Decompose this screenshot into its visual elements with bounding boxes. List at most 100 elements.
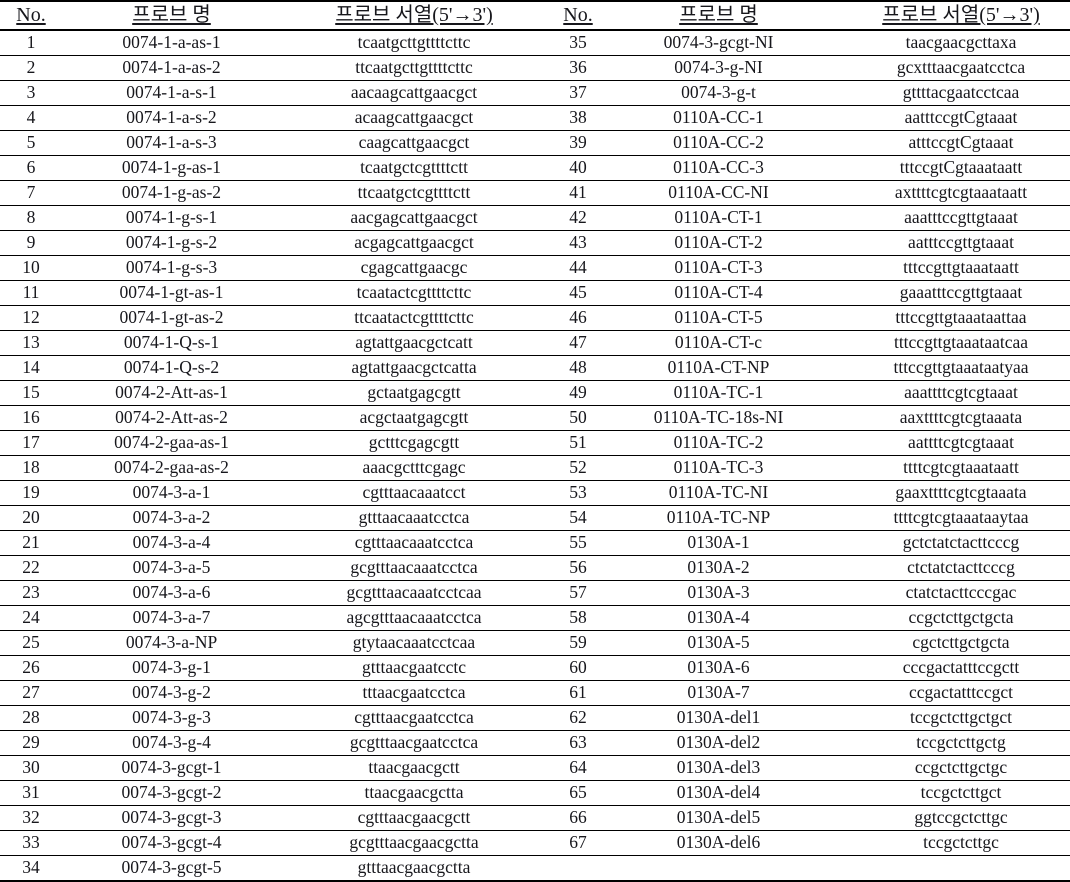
cell-probe-sequence-left: gctttcgagcgtt (281, 430, 547, 456)
cell-probe-name-right: 0074-3-gcgt-NI (609, 30, 828, 56)
cell-probe-name-left: 0074-1-g-s-1 (62, 205, 281, 231)
cell-probe-name-right: 0130A-5 (609, 630, 828, 656)
cell-no-right: 44 (547, 255, 609, 281)
cell-no-right: 41 (547, 180, 609, 206)
cell-probe-name-right: 0110A-CT-2 (609, 230, 828, 256)
cell-probe-sequence-right: ctctatctacttcccg (828, 555, 1070, 581)
table-row: 10 0074-1-g-s-3 cgagcattgaacgc 44 0110A-CT-3… (0, 255, 1070, 281)
cell-no-left: 29 (0, 730, 62, 756)
cell-no-left: 22 (0, 555, 62, 581)
cell-probe-name-left: 0074-2-Att-as-1 (62, 380, 281, 406)
cell-probe-name-left: 0074-3-a-6 (62, 580, 281, 606)
cell-probe-name-right: 0130A-3 (609, 580, 828, 606)
cell-probe-sequence-left: agtattgaacgctcatt (281, 330, 547, 356)
cell-probe-sequence-right: ccgctcttgctgc (828, 755, 1070, 781)
cell-probe-sequence-left: gcgtttaacgaacgctta (281, 830, 547, 856)
cell-no-right: 67 (547, 830, 609, 856)
cell-probe-name-right: 0110A-CT-c (609, 330, 828, 356)
cell-probe-name-left: 0074-1-a-s-3 (62, 130, 281, 156)
cell-probe-name-left: 0074-1-g-s-2 (62, 230, 281, 256)
cell-probe-sequence-left: gcgtttaacaaatcctcaa (281, 580, 547, 606)
cell-no-right: 60 (547, 655, 609, 681)
cell-probe-sequence-left: gtttaacgaacgctta (281, 855, 547, 882)
table-row: 3 0074-1-a-s-1 aacaagcattgaacgct 37 0074-3-g… (0, 80, 1070, 106)
cell-no-right: 63 (547, 730, 609, 756)
cell-no-left: 11 (0, 280, 62, 306)
cell-no-left: 15 (0, 380, 62, 406)
cell-probe-sequence-right: gctctatctacttcccg (828, 530, 1070, 556)
cell-probe-sequence-left: cgagcattgaacgc (281, 255, 547, 281)
cell-no-right: 50 (547, 405, 609, 431)
cell-no-left: 3 (0, 80, 62, 106)
cell-no-left: 24 (0, 605, 62, 631)
cell-no-right: 43 (547, 230, 609, 256)
cell-probe-name-right: 0110A-CC-1 (609, 105, 828, 131)
cell-probe-sequence-right: aaxttttcgtcgtaaata (828, 405, 1070, 431)
cell-no-right: 40 (547, 155, 609, 181)
cell-probe-name-left: 0074-3-gcgt-2 (62, 780, 281, 806)
cell-probe-name-right: 0110A-CT-3 (609, 255, 828, 281)
table-row: 23 0074-3-a-6 gcgtttaacaaatcctcaa 57 0130A-3… (0, 580, 1070, 606)
table-row: 30 0074-3-gcgt-1 ttaacgaacgctt 64 0130A-del3… (0, 755, 1070, 781)
table-row: 5 0074-1-a-s-3 caagcattgaacgct 39 0110A-CC-2… (0, 130, 1070, 156)
cell-probe-name-left: 0074-1-g-as-1 (62, 155, 281, 181)
cell-probe-sequence-left: gtttaacaaatcctca (281, 505, 547, 531)
cell-probe-name-left: 0074-2-gaa-as-2 (62, 455, 281, 481)
cell-probe-name-right: 0130A-del6 (609, 830, 828, 856)
cell-no-left: 26 (0, 655, 62, 681)
cell-probe-name-right: 0110A-CC-3 (609, 155, 828, 181)
cell-no-left: 6 (0, 155, 62, 181)
column-header-probe-name-left: 프로브 명 (62, 0, 281, 31)
cell-no-left: 5 (0, 130, 62, 156)
cell-probe-sequence-left: gcgtttaacaaatcctca (281, 555, 547, 581)
cell-probe-name-right: 0110A-TC-3 (609, 455, 828, 481)
cell-no-left: 18 (0, 455, 62, 481)
table-row: 14 0074-1-Q-s-2 agtattgaacgctcatta 48 0110A-… (0, 355, 1070, 381)
cell-probe-sequence-left: ttaacgaacgctta (281, 780, 547, 806)
cell-no-left: 27 (0, 680, 62, 706)
cell-probe-name-right: 0130A-del5 (609, 805, 828, 831)
cell-probe-sequence-right: ggtccgctcttgc (828, 805, 1070, 831)
cell-probe-sequence-right: tccgctcttgc (828, 830, 1070, 856)
cell-probe-name-left: 0074-3-g-4 (62, 730, 281, 756)
cell-no-right: 59 (547, 630, 609, 656)
cell-probe-sequence-left: gtytaacaaatcctcaa (281, 630, 547, 656)
cell-probe-sequence-left: tcaatactcgttttcttc (281, 280, 547, 306)
column-header-probe-name-right-label: 프로브 명 (679, 4, 758, 26)
table-row: 22 0074-3-a-5 gcgtttaacaaatcctca 56 0130A-2 c… (0, 555, 1070, 581)
cell-probe-name-right: 0110A-CC-2 (609, 130, 828, 156)
cell-no-right: 54 (547, 505, 609, 531)
cell-no-left: 31 (0, 780, 62, 806)
table-row: 34 0074-3-gcgt-5 gtttaacgaacgctta (0, 855, 1070, 882)
cell-probe-name-left: 0074-3-gcgt-4 (62, 830, 281, 856)
cell-probe-name-left: 0074-1-gt-as-2 (62, 305, 281, 331)
cell-probe-sequence-right: axttttcgtcgtaaataatt (828, 180, 1070, 206)
cell-no-right: 42 (547, 205, 609, 231)
cell-probe-sequence-right: tttccgttgtaaataattaa (828, 305, 1070, 331)
cell-no-left: 23 (0, 580, 62, 606)
cell-probe-sequence-left: gctaatgagcgtt (281, 380, 547, 406)
cell-probe-name-left: 0074-1-gt-as-1 (62, 280, 281, 306)
cell-probe-sequence-right: tttccgtCgtaaataatt (828, 155, 1070, 181)
cell-probe-sequence-right: ccgactatttccgct (828, 680, 1070, 706)
table-row: 13 0074-1-Q-s-1 agtattgaacgctcatt 47 0110A-C… (0, 330, 1070, 356)
cell-probe-name-right: 0130A-del1 (609, 705, 828, 731)
table-row: 29 0074-3-g-4 gcgtttaacgaatcctca 63 0130A-de… (0, 730, 1070, 756)
table-head: No. 프로브 명 프로브 서열(5'→3') No. 프로브 명 프로브 서열… (0, 0, 1070, 31)
cell-probe-sequence-left: agtattgaacgctcatta (281, 355, 547, 381)
cell-probe-sequence-left: aacaagcattgaacgct (281, 80, 547, 106)
cell-no-right: 64 (547, 755, 609, 781)
table-header-row: No. 프로브 명 프로브 서열(5'→3') No. 프로브 명 프로브 서열… (0, 0, 1070, 31)
cell-no-left: 1 (0, 30, 62, 56)
cell-probe-sequence-left: cgtttaacgaatcctca (281, 705, 547, 731)
cell-probe-sequence-right: ttttcgtcgtaaataaytaa (828, 505, 1070, 531)
cell-probe-sequence-right: tttccgttgtaaataatcaa (828, 330, 1070, 356)
cell-probe-sequence-right: tttccgttgtaaataatyaa (828, 355, 1070, 381)
cell-probe-name-right (609, 855, 828, 882)
table-row: 28 0074-3-g-3 cgtttaacgaatcctca 62 0130A-del… (0, 705, 1070, 731)
cell-no-left: 4 (0, 105, 62, 131)
cell-probe-name-right: 0110A-TC-18s-NI (609, 405, 828, 431)
table-row: 27 0074-3-g-2 tttaacgaatcctca 61 0130A-7 ccga… (0, 680, 1070, 706)
table-row: 8 0074-1-g-s-1 aacgagcattgaacgct 42 0110A-CT… (0, 205, 1070, 231)
column-header-probe-sequence-right: 프로브 서열(5'→3') (828, 0, 1070, 31)
